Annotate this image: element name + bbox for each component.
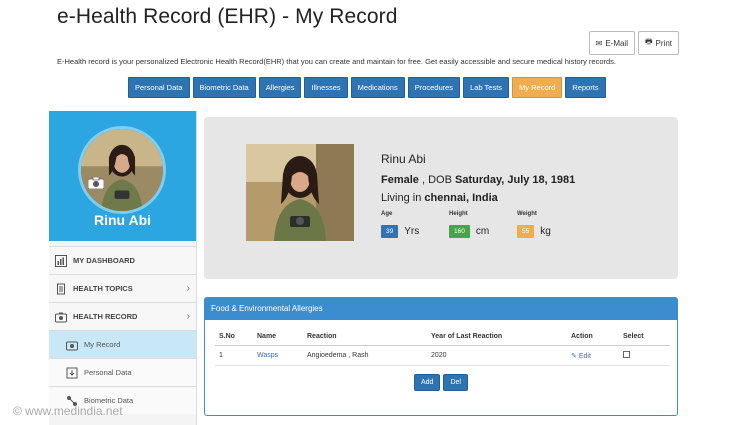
weight-unit: kg [540,226,551,237]
height-unit: cm [475,226,490,237]
select-checkbox[interactable] [623,351,630,358]
section-tabs: Personal Data Biometric Data Allergies I… [128,77,606,98]
add-button[interactable]: Add [414,374,441,391]
sidebar: Rinu Abi MY DASHBOARD HEALTH TOPICS › HE… [49,111,197,425]
sidebar-item-health-record[interactable]: HEALTH RECORD › [49,302,196,330]
allergies-panel: Food & Environmental Allergies S.No Name… [204,297,678,416]
del-button[interactable]: Del [443,374,468,391]
tab-biometric-data[interactable]: Biometric Data [192,77,256,98]
sidebar-item-label: Personal Data [84,368,132,377]
profile-card: Rinu Abi [49,111,196,241]
edit-label: Edit [578,352,591,360]
tab-allergies[interactable]: Allergies [258,77,302,98]
camera-icon[interactable] [88,177,104,189]
profile-panel: Rinu Abi Female , DOB Saturday, July 18,… [204,117,678,279]
envelope-icon: ✉ [595,38,603,48]
sidebar-item-health-topics[interactable]: HEALTH TOPICS › [49,274,196,302]
cell-reaction: Angioedema , Rash [303,345,427,366]
tab-lab-tests[interactable]: Lab Tests [463,77,510,98]
profile-photo [246,144,354,241]
sidebar-item-my-record[interactable]: My Record [49,330,196,358]
sidebar-item-label: HEALTH TOPICS [73,284,133,293]
pencil-icon: ✎ [571,352,577,360]
sidebar-item-label: MY DASHBOARD [73,256,135,265]
stat-height: Height 160 cm [449,211,517,238]
sidebar-item-label: My Record [84,340,121,349]
col-action: Action [567,328,619,346]
height-badge: 160 [449,225,470,238]
weight-badge: 55 [517,225,535,238]
age-unit: Yrs [404,226,420,237]
location: chennai, India [424,192,498,204]
tab-medications[interactable]: Medications [350,77,405,98]
allergies-title: Food & Environmental Allergies [205,298,677,320]
tab-my-record[interactable]: My Record [512,77,563,98]
top-actions: ✉ E-Mail 🖶 Print [588,31,679,55]
col-reaction: Reaction [303,328,427,346]
profile-photo-image [246,144,354,241]
page-title: e-Health Record (EHR) - My Record [57,5,398,28]
location-line: Living in chennai, India [381,192,585,204]
table-header-row: S.No Name Reaction Year of Last Reaction… [215,328,670,346]
living-prefix: Living in [381,192,422,204]
avatar[interactable] [78,126,166,214]
profile-full-name: Rinu Abi [381,152,426,166]
profile-info: Rinu Abi Female , DOB Saturday, July 18,… [381,152,585,238]
col-sno: S.No [215,328,253,346]
sidebar-item-label: HEALTH RECORD [73,312,138,321]
avatar-image [81,129,163,211]
printer-icon: 🖶 [644,37,653,46]
tab-illnesses[interactable]: Illnesses [304,77,348,98]
chevron-right-icon: › [186,283,190,294]
tab-personal-data[interactable]: Personal Data [128,77,190,98]
edit-link[interactable]: ✎ Edit [567,345,619,366]
allergy-actions: Add Del [414,374,468,391]
bar-chart-icon [55,254,67,267]
weight-label: Weight [517,211,537,217]
tagline: E-Health record is your personalized Ele… [57,57,617,66]
camera-record-icon [55,311,67,323]
camera-icon [66,339,78,351]
sidebar-item-personal-data[interactable]: Personal Data [49,358,196,386]
dob: Saturday, July 18, 1981 [455,174,576,186]
table-row: 1 Wasps Angioedema , Rash 2020 ✎ Edit [215,345,670,366]
allergy-name-link[interactable]: Wasps [253,345,303,366]
dob-prefix: , DOB [421,174,452,186]
height-label: Height [449,211,468,217]
stat-age: Age 39 Yrs [381,211,449,238]
allergies-table: S.No Name Reaction Year of Last Reaction… [215,328,670,366]
profile-name: Rinu Abi [93,212,152,228]
gender: Female [381,174,419,186]
sidebar-item-my-dashboard[interactable]: MY DASHBOARD [49,246,196,274]
email-button[interactable]: ✉ E-Mail [588,31,635,55]
age-label: Age [381,211,393,217]
cell-sno: 1 [215,345,253,366]
col-name: Name [253,328,303,346]
cell-year: 2020 [427,345,567,366]
vital-stats: Age 39 Yrs Height 160 cm Weight 55 kg [381,211,585,238]
tab-procedures[interactable]: Procedures [407,77,461,98]
print-label: Print [655,38,672,48]
stat-weight: Weight 55 kg [517,211,585,238]
age-badge: 39 [381,225,399,238]
chevron-right-icon: › [186,311,190,322]
gender-dob: Female , DOB Saturday, July 18, 1981 [381,174,585,186]
document-icon [55,283,67,295]
cell-select [619,345,670,366]
col-select: Select [619,328,670,346]
print-button[interactable]: 🖶 Print [637,31,679,55]
tab-reports[interactable]: Reports [565,77,606,98]
download-icon [66,367,78,379]
watermark: © www.medindia.net [13,404,123,418]
col-year: Year of Last Reaction [427,328,567,346]
email-label: E-Mail [605,38,628,48]
